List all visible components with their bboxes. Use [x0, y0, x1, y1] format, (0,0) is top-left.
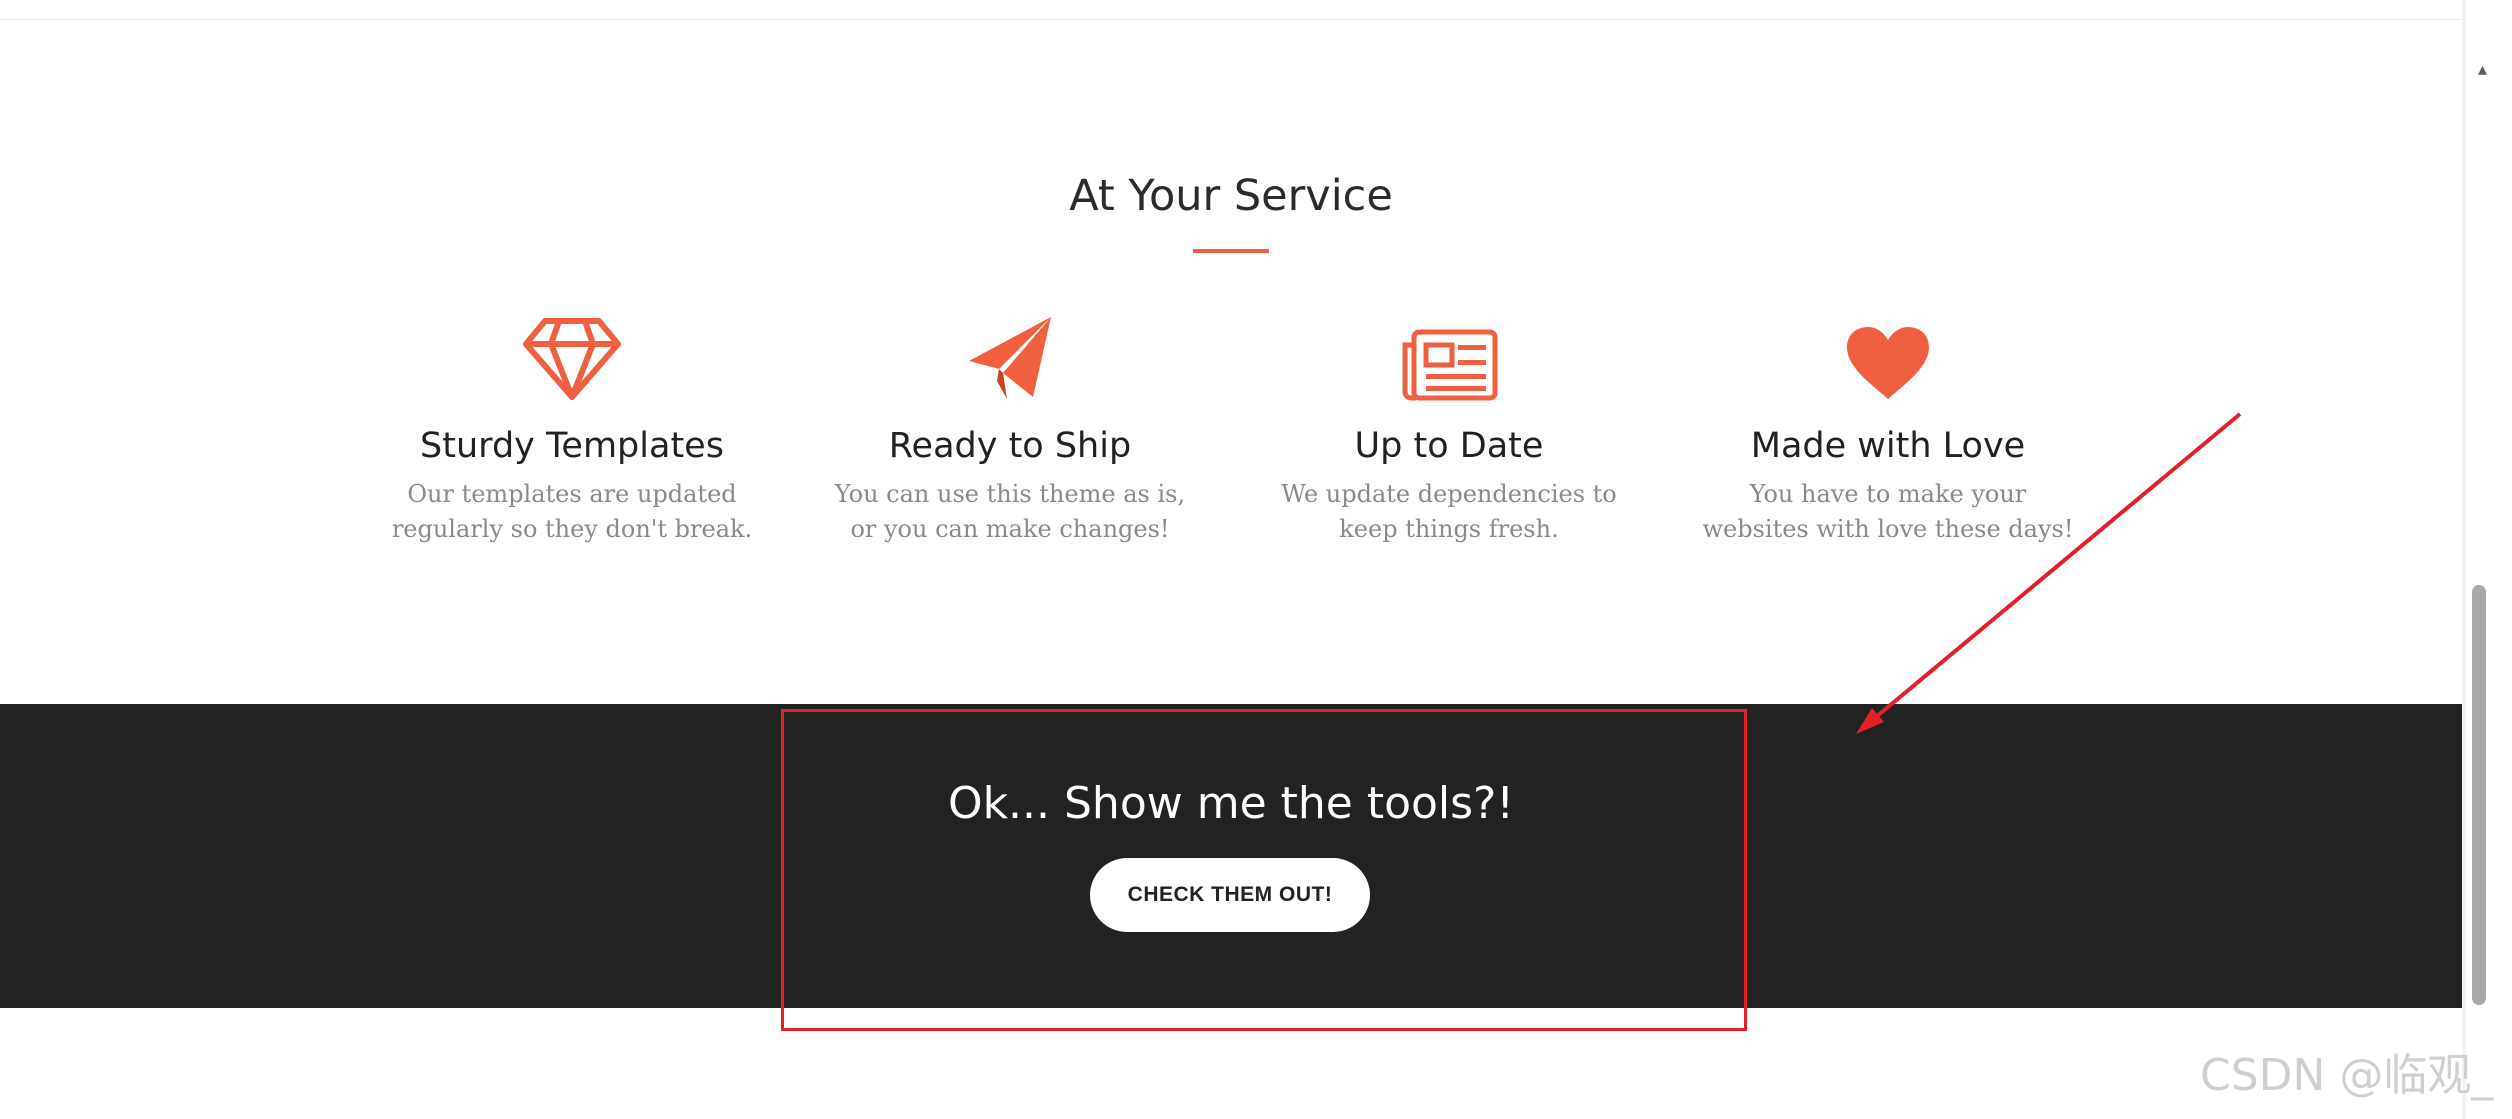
- paper-plane-icon: [969, 317, 1051, 399]
- feature-up-to-date: Up to Date We update dependencies to kee…: [1249, 305, 1649, 547]
- feature-title: Sturdy Templates: [420, 426, 724, 466]
- feature-description: Our templates are updated regularly so t…: [391, 480, 753, 543]
- feature-made-with-love: Made with Love You have to make your web…: [1688, 305, 2088, 547]
- scrollbar-thumb[interactable]: [2472, 585, 2486, 1005]
- vertical-scrollbar[interactable]: ▴: [2462, 0, 2512, 1119]
- title-underline: [1193, 249, 1269, 253]
- feature-ready-to-ship: Ready to Ship You can use this theme as …: [810, 305, 1210, 547]
- annotation-highlight-box: [781, 709, 1747, 1031]
- feature-title: Made with Love: [1750, 426, 2026, 466]
- feature-icon-container: [1249, 305, 1649, 401]
- section-title: At Your Service: [1069, 171, 1393, 221]
- feature-icon-container: [810, 305, 1210, 401]
- feature-description: You can use this theme as is, or you can…: [834, 480, 1186, 543]
- scroll-up-arrow-icon[interactable]: ▴: [2478, 60, 2487, 78]
- page: At Your Service Sturdy Templates Our tem…: [0, 0, 2512, 1119]
- feature-description: We update dependencies to keep things fr…: [1281, 480, 1617, 543]
- feature-title: Ready to Ship: [888, 426, 1132, 466]
- heart-icon: [1847, 327, 1929, 399]
- feature-sturdy-templates: Sturdy Templates Our templates are updat…: [372, 305, 772, 547]
- top-divider: [0, 19, 2462, 20]
- feature-icon-container: [372, 305, 772, 401]
- feature-icon-container: [1688, 305, 2088, 401]
- watermark: CSDN @临观_: [2200, 1050, 2494, 1101]
- diamond-icon: [523, 318, 621, 400]
- feature-description: You have to make your websites with love…: [1702, 480, 2074, 543]
- newspaper-icon: [1402, 329, 1498, 401]
- feature-title: Up to Date: [1354, 426, 1544, 466]
- scrollbar-track: [2462, 0, 2466, 1119]
